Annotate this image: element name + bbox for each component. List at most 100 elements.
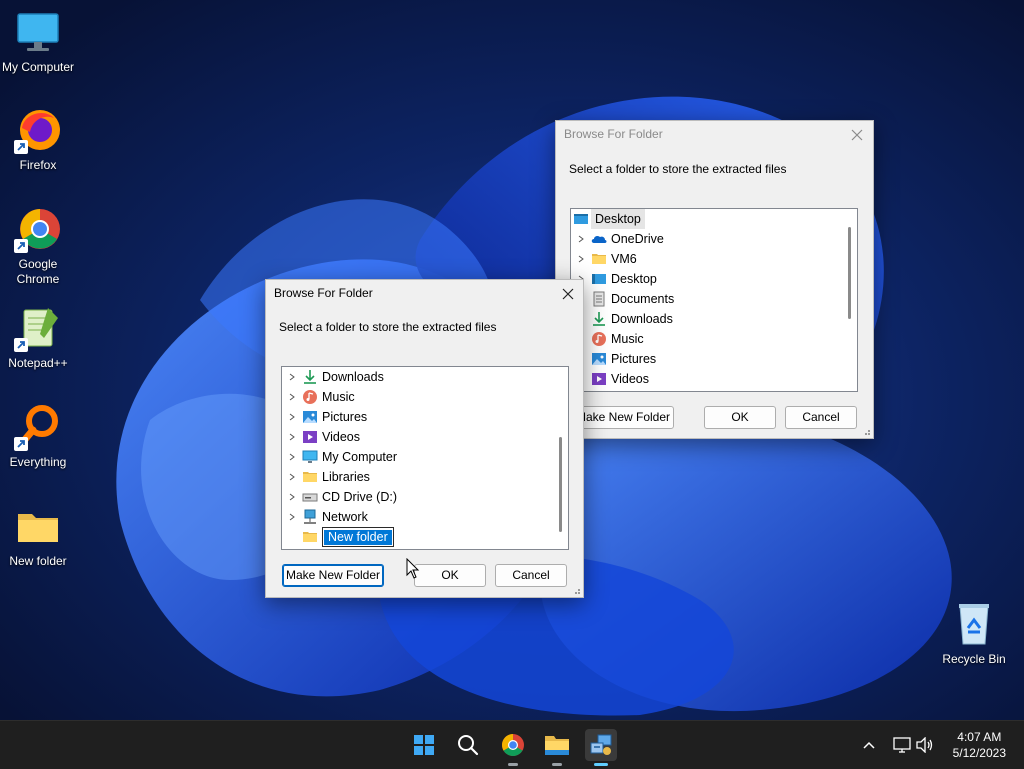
tree-item-label: VM6 [611, 252, 637, 266]
tree-item-label: Downloads [611, 312, 673, 326]
chevron-right-icon[interactable] [286, 387, 298, 407]
browse-folder-dialog-back[interactable]: Browse For Folder Select a folder to sto… [555, 120, 874, 439]
tree-item-label: Desktop [611, 272, 657, 286]
tree-item-label: Desktop [591, 209, 645, 229]
taskbar-clock[interactable]: 4:07 AM 5/12/2023 [953, 729, 1006, 761]
tree-item-music[interactable]: Music [286, 387, 355, 407]
desktop-icon-google-chrome[interactable]: Google Chrome [0, 205, 76, 287]
chevron-right-icon[interactable] [286, 427, 298, 447]
recycle-bin-icon [959, 604, 989, 645]
tree-item-my-computer[interactable]: My Computer [286, 447, 397, 467]
search-button[interactable] [452, 729, 484, 761]
tree-item-vm6[interactable]: VM6 [575, 249, 637, 269]
tree-item-cd-drive[interactable]: CD Drive (D:) [286, 487, 397, 507]
tree-scrollbar[interactable] [559, 437, 562, 532]
close-icon [851, 129, 863, 141]
make-new-folder-button[interactable]: Make New Folder [572, 406, 674, 429]
tree-item-network[interactable]: Network [286, 507, 368, 527]
desktop-icon-label: My Computer [1, 60, 75, 74]
chevron-right-icon[interactable] [286, 407, 298, 427]
chevron-right-icon[interactable] [575, 249, 587, 269]
taskbar-installer-app-button[interactable] [585, 729, 617, 766]
folder-tree[interactable]: Downloads Music Pictures Videos My Compu… [281, 366, 569, 550]
tree-item-libraries[interactable]: Libraries [286, 467, 370, 487]
tree-item-label: Network [322, 510, 368, 524]
chevron-right-icon[interactable] [286, 507, 298, 527]
tree-item-pictures[interactable]: Pictures [286, 407, 367, 427]
running-indicator [508, 763, 518, 766]
documents-icon [591, 291, 607, 307]
network-icon [302, 509, 318, 525]
mouse-cursor-icon [406, 558, 420, 579]
tree-item-onedrive[interactable]: OneDrive [575, 229, 664, 249]
tree-item-label: Videos [611, 372, 649, 386]
new-folder-name-input[interactable]: New folder [322, 527, 394, 547]
tree-item-label: Pictures [322, 410, 368, 424]
monitor-icon [17, 13, 59, 51]
cancel-button[interactable]: Cancel [495, 564, 567, 587]
tree-item-label: Videos [322, 430, 360, 444]
desktop-icon-recycle-bin[interactable]: Recycle Bin [936, 600, 1012, 667]
file-explorer-icon [545, 736, 569, 755]
tree-item-videos[interactable]: Videos [575, 369, 649, 389]
desktop-icon-label: New folder [9, 554, 67, 568]
pictures-icon [591, 351, 607, 367]
show-hidden-icons-button[interactable] [858, 741, 880, 749]
volume-button[interactable] [914, 737, 936, 753]
desktop-icon-my-computer[interactable]: My Computer [0, 8, 76, 75]
libraries-icon [302, 469, 318, 485]
close-button[interactable] [844, 123, 870, 147]
desktop-icon-label: Firefox [19, 158, 57, 172]
browse-folder-dialog-front[interactable]: Browse For Folder Select a folder to sto… [265, 279, 584, 598]
new-folder-name-text: New folder [324, 529, 392, 545]
installer-app-icon [590, 734, 612, 755]
cancel-button[interactable]: Cancel [785, 406, 857, 429]
folder-icon [18, 514, 58, 542]
tree-item-label: CD Drive (D:) [322, 490, 397, 504]
chevron-up-icon [863, 741, 875, 749]
tree-item-new-folder[interactable]: New folder [298, 527, 394, 547]
tree-item-videos[interactable]: Videos [286, 427, 360, 447]
tree-item-desktop-root[interactable]: Desktop [571, 209, 645, 229]
music-icon [302, 389, 318, 405]
tree-item-label: My Computer [322, 450, 398, 464]
tree-item-label: Downloads [322, 370, 384, 384]
tree-item-documents[interactable]: Documents [575, 289, 674, 309]
running-indicator [552, 763, 562, 766]
desktop-icon-notepadpp[interactable]: Notepad++ [0, 304, 76, 371]
folder-icon [302, 529, 318, 545]
tree-item-label: Music [322, 390, 355, 404]
taskbar-chrome-button[interactable] [497, 729, 529, 766]
shortcut-arrow-icon [14, 140, 28, 154]
dialog-title: Browse For Folder [564, 127, 663, 141]
desktop-icon-firefox[interactable]: Firefox [0, 106, 76, 173]
desktop-icon-new-folder[interactable]: New folder [0, 502, 76, 569]
desktop-icon-everything[interactable]: Everything [0, 403, 76, 470]
ok-button[interactable]: OK [704, 406, 776, 429]
start-button[interactable] [408, 729, 440, 761]
tree-item-downloads[interactable]: Downloads [286, 367, 384, 387]
ok-button[interactable]: OK [414, 564, 486, 587]
chevron-right-icon[interactable] [286, 367, 298, 387]
music-icon [591, 331, 607, 347]
tree-item-desktop[interactable]: Desktop [575, 269, 657, 289]
folder-tree[interactable]: Desktop OneDrive VM6 Desktop Documents D… [570, 208, 858, 392]
videos-icon [302, 429, 318, 445]
taskbar-file-explorer-button[interactable] [541, 729, 573, 766]
resize-grip-icon[interactable] [861, 426, 871, 436]
tree-item-pictures[interactable]: Pictures [575, 349, 656, 369]
tree-item-music[interactable]: Music [575, 329, 644, 349]
chevron-right-icon[interactable] [286, 467, 298, 487]
make-new-folder-button[interactable]: Make New Folder [282, 564, 384, 587]
chevron-right-icon[interactable] [286, 447, 298, 467]
network-status-button[interactable] [890, 737, 914, 753]
resize-grip-icon[interactable] [571, 585, 581, 595]
tree-item-downloads[interactable]: Downloads [575, 309, 673, 329]
tree-scrollbar[interactable] [848, 227, 851, 319]
volume-icon [916, 737, 933, 753]
chevron-right-icon[interactable] [286, 487, 298, 507]
close-button[interactable] [555, 282, 581, 306]
chevron-right-icon[interactable] [575, 229, 587, 249]
search-icon [458, 735, 479, 756]
downloads-icon [302, 369, 318, 385]
